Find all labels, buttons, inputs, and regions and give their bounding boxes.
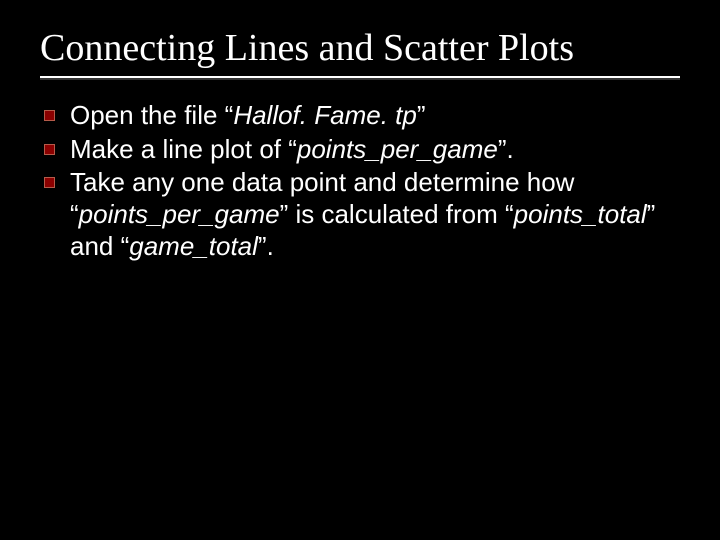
slide-body: Open the file “Hallof. Fame. tp” Make a … [40, 100, 680, 263]
italic-text: points_per_game [297, 134, 498, 164]
bullet-list: Open the file “Hallof. Fame. tp” Make a … [40, 100, 680, 263]
italic-text: game_total [129, 231, 258, 261]
text-run: ” is calculated from “ [280, 199, 514, 229]
list-item: Take any one data point and determine ho… [40, 167, 680, 262]
text-run: ”. [258, 231, 274, 261]
list-item: Make a line plot of “points_per_game”. [40, 134, 680, 166]
slide-title: Connecting Lines and Scatter Plots [40, 28, 680, 70]
text-run: ”. [498, 134, 514, 164]
italic-text: points_total [514, 199, 647, 229]
text-run: Open the file “ [70, 100, 233, 130]
title-underline [40, 76, 680, 78]
text-run: ” [417, 100, 426, 130]
text-run: Make a line plot of “ [70, 134, 297, 164]
italic-text: Hallof. Fame. tp [233, 100, 417, 130]
italic-text: points_per_game [79, 199, 280, 229]
list-item: Open the file “Hallof. Fame. tp” [40, 100, 680, 132]
slide: Connecting Lines and Scatter Plots Open … [0, 0, 720, 540]
